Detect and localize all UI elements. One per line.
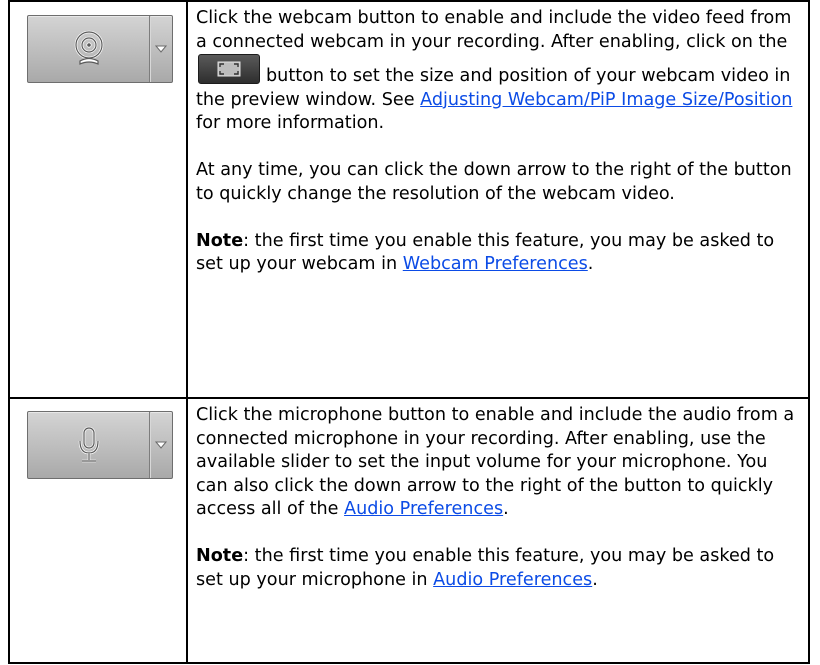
webcam-split-button: [27, 15, 173, 83]
microphone-split-button: [27, 411, 173, 479]
fit-frame-button-image: [198, 54, 260, 84]
microphone-button-cell: [10, 399, 188, 662]
webcam-description-cell: Click the webcam button to enable and in…: [188, 2, 808, 399]
webcam-desc-part3: for more information.: [196, 113, 385, 133]
audio-preferences-link-note[interactable]: Audio Preferences: [433, 570, 592, 590]
note-end: .: [587, 254, 594, 274]
fit-frame-icon: [217, 61, 241, 77]
microphone-description-cell: Click the microphone button to enable an…: [188, 399, 808, 662]
chevron-down-icon: [155, 45, 167, 53]
webcam-button-cell: [10, 2, 188, 399]
webcam-resolution-text: At any time, you can click the down arro…: [196, 160, 792, 204]
adjusting-webcam-link[interactable]: Adjusting Webcam/PiP Image Size/Position: [420, 90, 792, 110]
webcam-dropdown-arrow[interactable]: [149, 16, 172, 82]
webcam-button[interactable]: [28, 16, 149, 82]
microphone-description: Click the microphone button to enable an…: [196, 404, 800, 522]
note-end: .: [592, 569, 598, 590]
webcam-note: Note: the first time you enable this fea…: [196, 230, 800, 277]
webcam-icon: [74, 30, 103, 65]
microphone-button[interactable]: [28, 412, 149, 478]
webcam-desc-part1: Click the webcam button to enable and in…: [196, 8, 792, 52]
note-label: Note: [196, 230, 244, 251]
microphone-note: Note: the first time you enable this fea…: [196, 545, 800, 592]
mic-desc-end: .: [503, 499, 509, 519]
help-table: Click the webcam button to enable and in…: [8, 0, 810, 664]
webcam-preferences-link[interactable]: Webcam Preferences: [403, 254, 588, 274]
chevron-down-icon: [155, 441, 167, 449]
audio-preferences-link[interactable]: Audio Preferences: [344, 499, 503, 519]
microphone-icon: [78, 426, 99, 463]
microphone-dropdown-arrow[interactable]: [149, 412, 172, 478]
note-label: Note: [196, 546, 244, 566]
webcam-description: Click the webcam button to enable and in…: [196, 7, 800, 136]
